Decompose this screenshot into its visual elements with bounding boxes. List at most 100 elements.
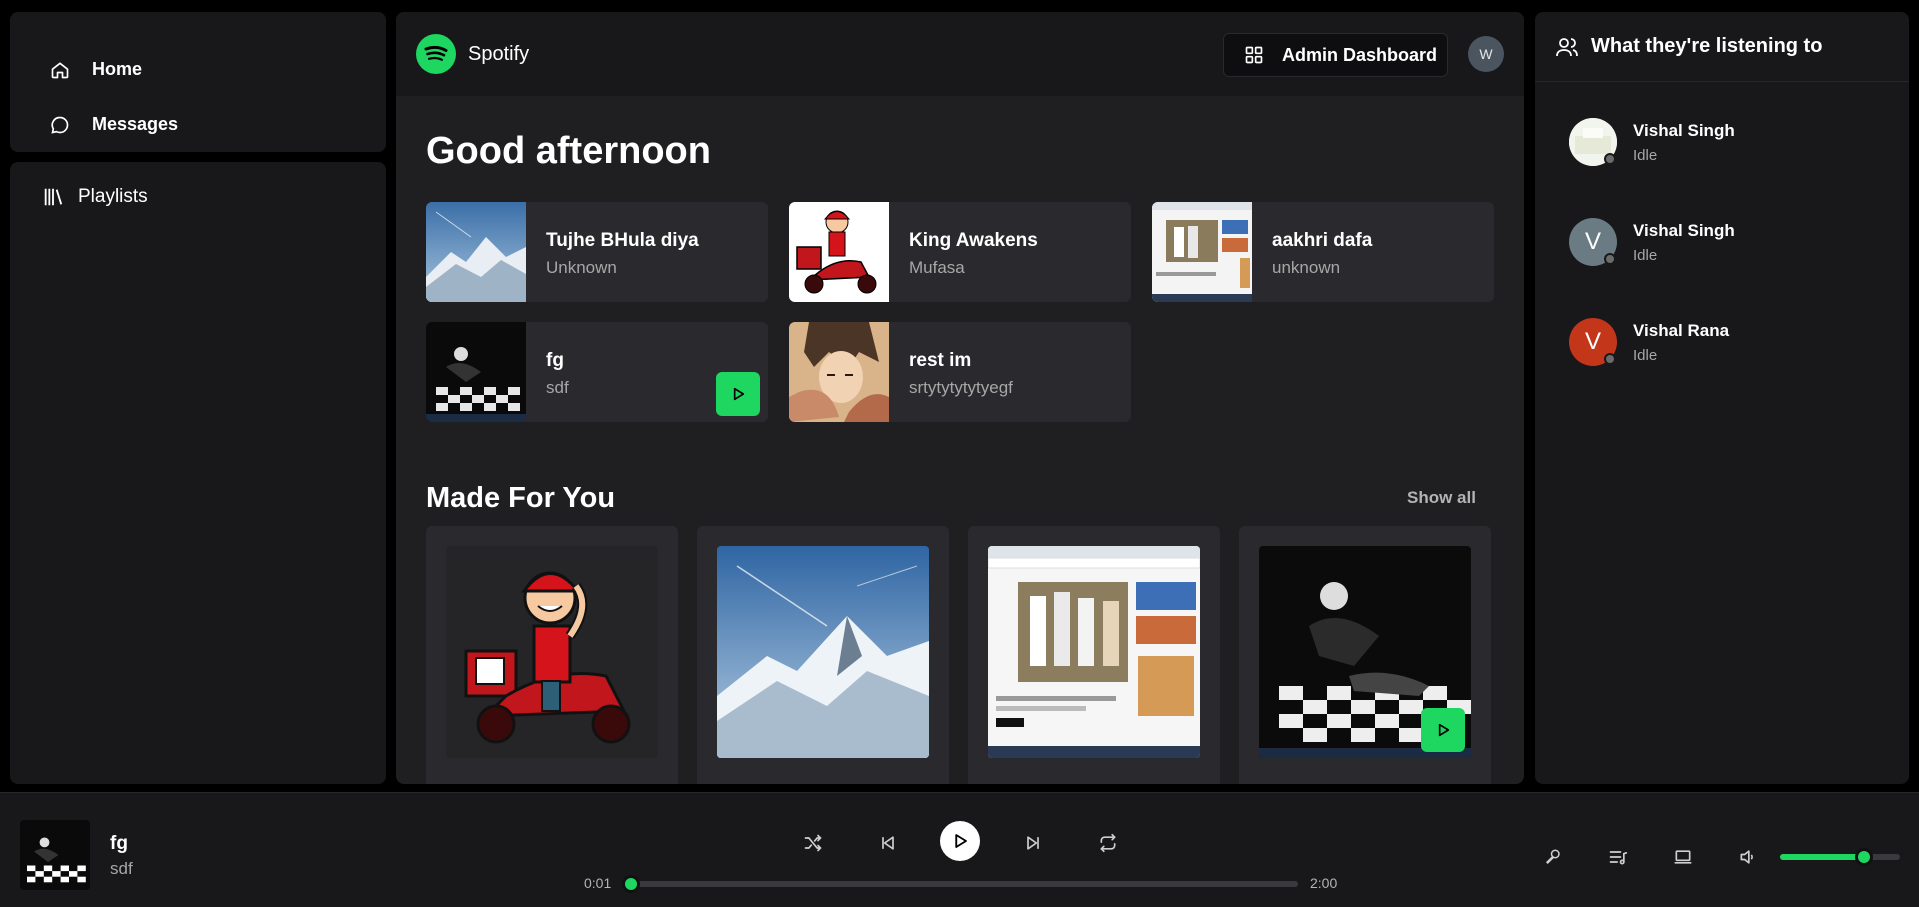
track-artist: sdf bbox=[546, 378, 569, 397]
section-title: Made For You bbox=[426, 482, 616, 514]
album-card[interactable] bbox=[426, 526, 678, 784]
avatar: V bbox=[1569, 218, 1617, 266]
volume-fill bbox=[1780, 854, 1864, 860]
main-content: Spotify Admin Dashboard W Good afternoon bbox=[396, 12, 1524, 784]
album-card[interactable] bbox=[697, 526, 949, 784]
user-avatar[interactable]: W bbox=[1468, 36, 1504, 72]
duration-time: 2:00 bbox=[1310, 875, 1338, 891]
skip-forward-icon bbox=[1023, 833, 1043, 853]
friend-item[interactable]: Vishal Singh Idle bbox=[1569, 118, 1735, 166]
sidebar-item-messages[interactable]: Messages bbox=[50, 97, 386, 152]
album-art-mountain bbox=[426, 202, 526, 302]
app-root: Home Messages Playlists Spotify Admin Da… bbox=[0, 0, 1919, 907]
repeat-button[interactable] bbox=[1090, 825, 1126, 861]
friends-activity-panel: What they're listening to Vishal Singh I… bbox=[1535, 12, 1909, 784]
microphone-icon bbox=[1544, 848, 1562, 866]
track-title: Tujhe BHula diya bbox=[546, 230, 699, 251]
sidebar-item-playlists[interactable]: Playlists bbox=[42, 186, 386, 208]
now-playing-title[interactable]: fg bbox=[110, 833, 128, 855]
brand[interactable]: Spotify bbox=[416, 34, 529, 74]
quick-card[interactable]: aakhri dafa unknown bbox=[1152, 202, 1494, 302]
friends-header: What they're listening to bbox=[1535, 12, 1909, 82]
play-button[interactable] bbox=[716, 372, 760, 416]
play-icon bbox=[730, 386, 746, 402]
main-header: Spotify Admin Dashboard W bbox=[396, 12, 1524, 96]
show-all-link[interactable]: Show all bbox=[1407, 488, 1476, 508]
quick-card[interactable]: Tujhe BHula diya Unknown bbox=[426, 202, 768, 302]
volume-icon bbox=[1738, 847, 1758, 867]
queue-icon bbox=[1608, 847, 1628, 867]
spotify-logo-icon bbox=[416, 34, 456, 74]
skip-back-icon bbox=[878, 833, 898, 853]
volume-slider[interactable] bbox=[1780, 848, 1900, 866]
avatar-initial: V bbox=[1584, 328, 1601, 355]
users-icon bbox=[1555, 35, 1579, 59]
now-playing-art bbox=[20, 820, 90, 890]
avatar: V bbox=[1569, 318, 1617, 366]
volume-button[interactable] bbox=[1733, 842, 1763, 872]
album-art-mountain bbox=[717, 546, 929, 758]
sidebar-item-label: Home bbox=[92, 59, 143, 79]
album-art-scooter bbox=[446, 546, 658, 758]
admin-dashboard-label: Admin Dashboard bbox=[1282, 44, 1438, 65]
repeat-icon bbox=[1098, 833, 1118, 853]
friend-name: Vishal Singh bbox=[1633, 220, 1735, 240]
quick-card[interactable]: rest im srtytytytytyegf bbox=[789, 322, 1131, 422]
album-art-chessboard bbox=[426, 322, 526, 422]
top-border bbox=[0, 0, 1919, 4]
album-art-scooter bbox=[789, 202, 889, 302]
album-art-screenshot bbox=[1152, 202, 1252, 302]
device-button[interactable] bbox=[1668, 842, 1698, 872]
friend-status: Idle bbox=[1633, 146, 1658, 164]
volume-handle[interactable] bbox=[1855, 848, 1873, 866]
quick-card[interactable]: fg sdf bbox=[426, 322, 768, 422]
laptop-icon bbox=[1673, 847, 1693, 867]
track-artist: Unknown bbox=[546, 258, 617, 277]
friend-status: Idle bbox=[1633, 246, 1658, 264]
sidebar-nav: Home Messages bbox=[10, 12, 386, 152]
play-button[interactable] bbox=[1421, 708, 1465, 752]
home-icon bbox=[50, 60, 70, 80]
track-title: rest im bbox=[909, 350, 972, 371]
album-art-chessboard bbox=[1259, 546, 1471, 758]
play-icon bbox=[1435, 722, 1451, 738]
next-button[interactable] bbox=[1015, 825, 1051, 861]
track-artist: srtytytytytyegf bbox=[909, 378, 1013, 397]
track-artist: Mufasa bbox=[909, 258, 965, 277]
friend-item[interactable]: V Vishal Rana Idle bbox=[1569, 318, 1729, 366]
previous-button[interactable] bbox=[870, 825, 906, 861]
track-title: fg bbox=[546, 350, 564, 371]
friend-name: Vishal Singh bbox=[1633, 120, 1735, 140]
track-title: King Awakens bbox=[909, 230, 1038, 251]
now-playing-artist[interactable]: sdf bbox=[110, 859, 133, 879]
progress-handle[interactable] bbox=[621, 875, 640, 893]
friends-title: What they're listening to bbox=[1591, 35, 1823, 57]
progress-slider[interactable] bbox=[621, 875, 1298, 893]
friend-name: Vishal Rana bbox=[1633, 320, 1730, 340]
sidebar-item-home[interactable]: Home bbox=[50, 42, 386, 97]
player-bar: fg sdf 0:01 2:00 bbox=[0, 792, 1919, 907]
status-dot bbox=[1604, 353, 1616, 365]
sidebar-library: Playlists bbox=[10, 162, 386, 784]
quick-card[interactable]: King Awakens Mufasa bbox=[789, 202, 1131, 302]
avatar-initial: V bbox=[1584, 228, 1601, 255]
status-dot bbox=[1604, 153, 1616, 165]
album-card[interactable] bbox=[968, 526, 1220, 784]
brand-name: Spotify bbox=[468, 42, 530, 65]
avatar bbox=[1569, 118, 1617, 166]
shuffle-icon bbox=[803, 833, 823, 853]
friend-item[interactable]: V Vishal Singh Idle bbox=[1569, 218, 1735, 266]
library-icon bbox=[42, 186, 64, 208]
play-icon bbox=[951, 832, 969, 850]
lyrics-button[interactable] bbox=[1538, 842, 1568, 872]
track-title: aakhri dafa bbox=[1272, 230, 1373, 251]
play-pause-button[interactable] bbox=[940, 821, 980, 861]
shuffle-button[interactable] bbox=[795, 825, 831, 861]
admin-dashboard-button[interactable]: Admin Dashboard bbox=[1223, 33, 1448, 77]
album-card[interactable] bbox=[1239, 526, 1491, 784]
album-art-screenshot bbox=[988, 546, 1200, 758]
message-icon bbox=[50, 115, 70, 135]
current-time: 0:01 bbox=[584, 875, 612, 891]
queue-button[interactable] bbox=[1603, 842, 1633, 872]
album-art-anime bbox=[789, 322, 889, 422]
